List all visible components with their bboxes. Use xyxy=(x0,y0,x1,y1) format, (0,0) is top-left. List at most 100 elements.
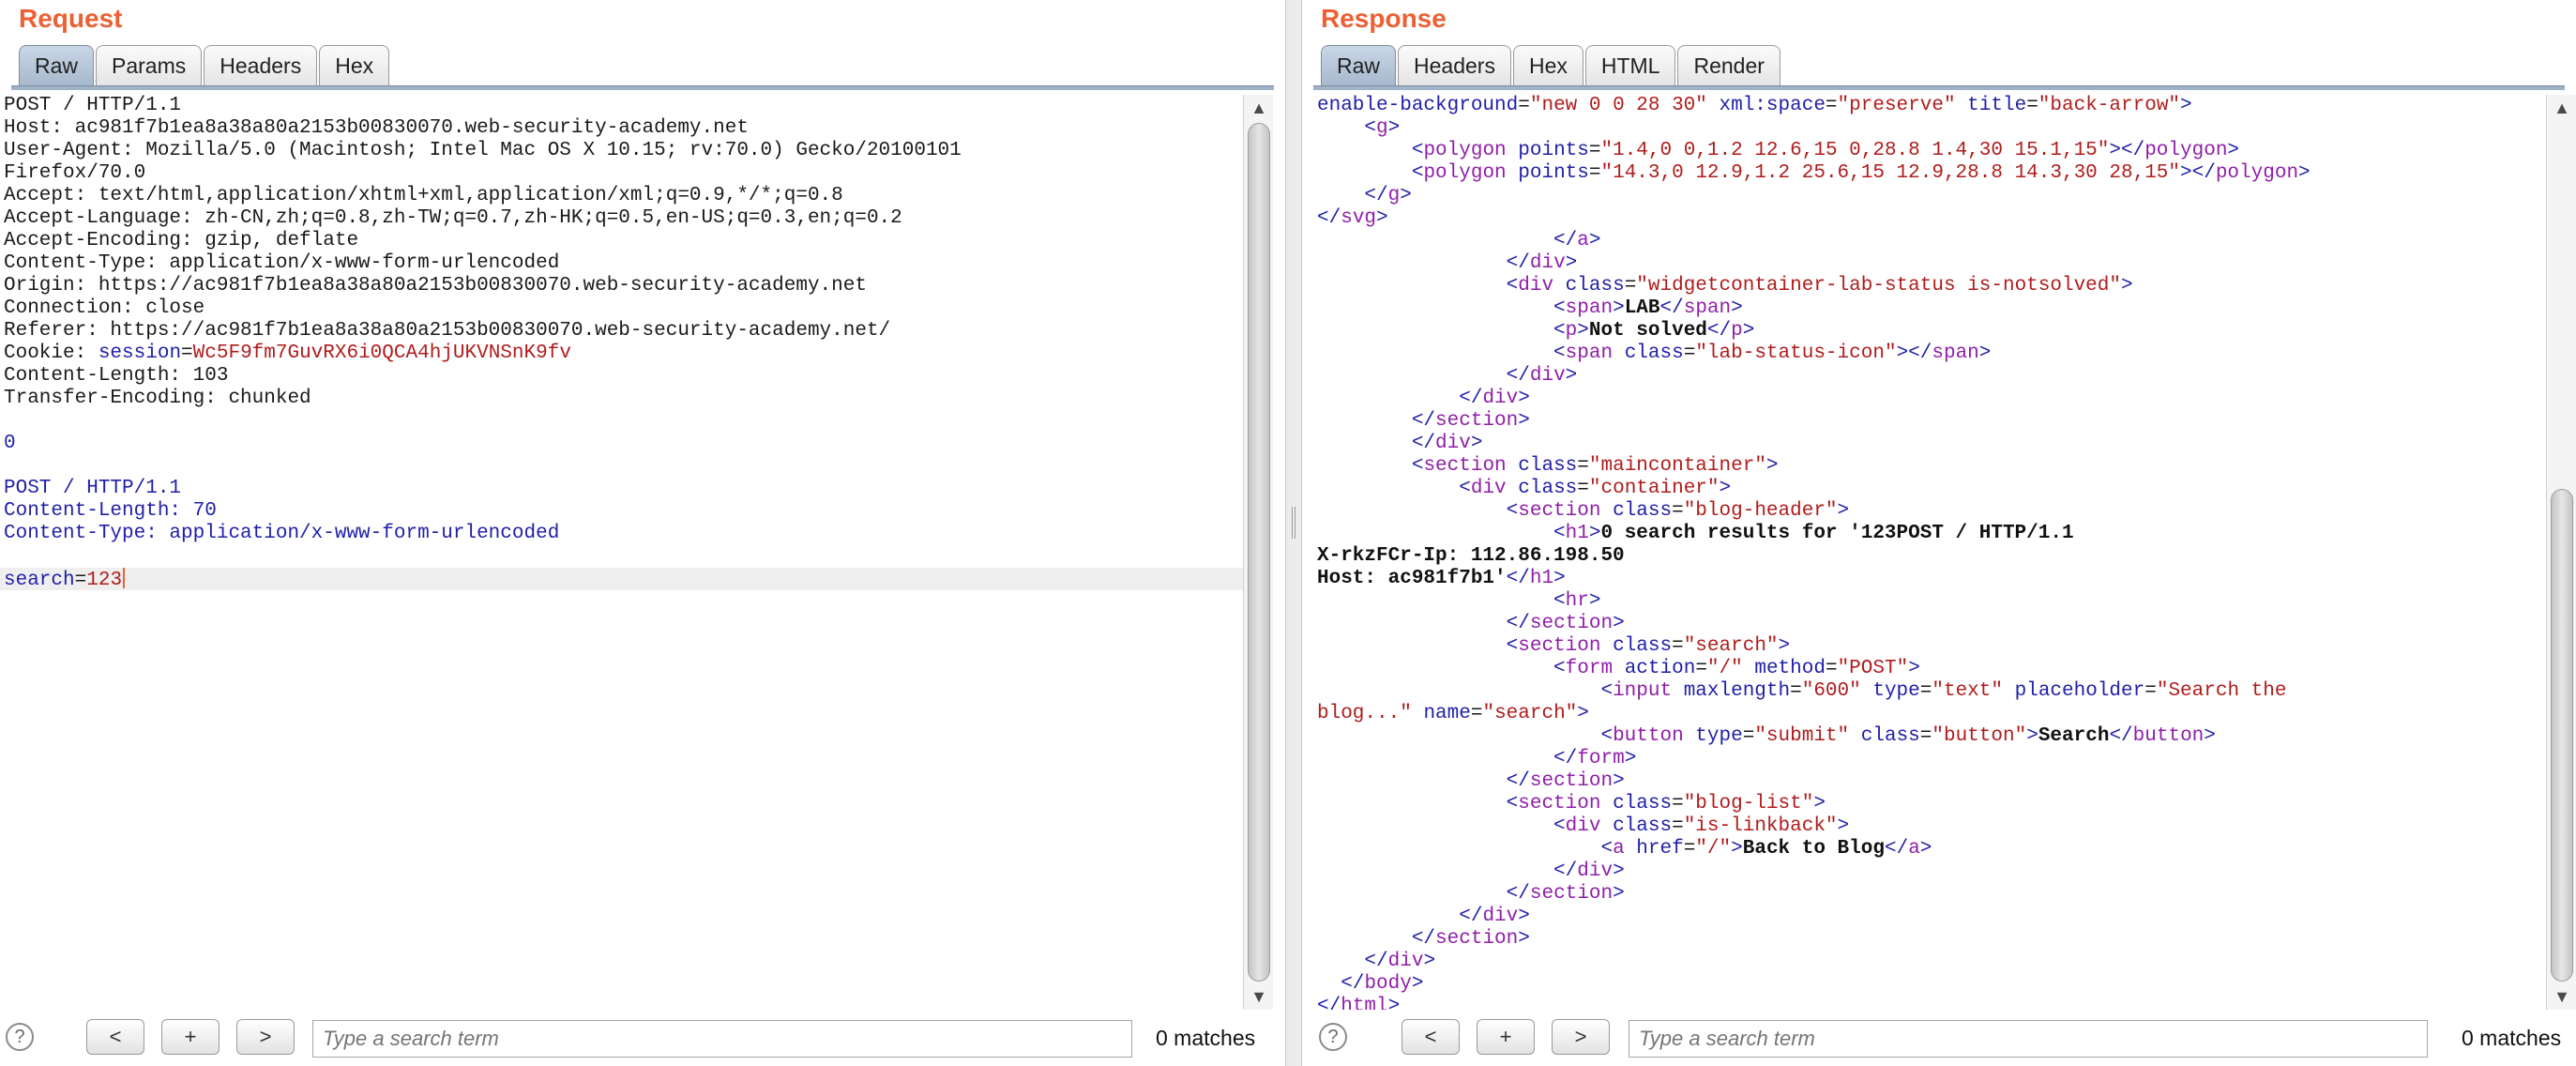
triangle-up-icon[interactable]: ▲ xyxy=(1244,95,1274,121)
request-line[interactable]: POST / HTTP/1.1 xyxy=(0,95,1243,117)
response-search-input[interactable] xyxy=(1629,1020,2428,1058)
response-line[interactable]: <div class="widgetcontainer-lab-status i… xyxy=(1313,275,2556,297)
triangle-down-icon[interactable]: ▼ xyxy=(2547,983,2576,1010)
pane-divider[interactable] xyxy=(1285,0,1302,1066)
request-tab-underline xyxy=(11,85,1274,90)
response-match-count: 0 matches xyxy=(2462,1026,2562,1050)
request-tab-raw[interactable]: Raw xyxy=(19,45,95,86)
request-next-button[interactable]: > xyxy=(236,1019,295,1055)
response-editor[interactable]: enable-background="new 0 0 28 30" xml:sp… xyxy=(1313,95,2556,1010)
response-line[interactable]: Host: ac981f7b1'</h1> xyxy=(1313,568,2556,590)
request-scrollbar[interactable]: ▲ ▼ xyxy=(1243,95,1273,1010)
response-line[interactable]: <section class="blog-list"> xyxy=(1313,793,2556,815)
response-line[interactable]: <section class="blog-header"> xyxy=(1313,500,2556,523)
response-line[interactable]: <button type="submit" class="button">Sea… xyxy=(1313,725,2556,748)
request-tab-params[interactable]: Params xyxy=(96,45,203,86)
request-line[interactable]: Firefox/70.0 xyxy=(0,162,1243,185)
request-prev-button[interactable]: < xyxy=(86,1019,144,1055)
request-line[interactable]: Content-Type: application/x-www-form-url… xyxy=(0,252,1243,275)
request-line[interactable]: User-Agent: Mozilla/5.0 (Macintosh; Inte… xyxy=(0,140,1243,162)
response-next-button[interactable]: > xyxy=(1552,1019,1610,1055)
response-line[interactable]: <polygon points="1.4,0 0,1.2 12.6,15 0,2… xyxy=(1313,140,2556,162)
question-circle-icon[interactable]: ? xyxy=(6,1023,34,1051)
request-line[interactable]: Referer: https://ac981f7b1ea8a38a80a2153… xyxy=(0,320,1243,343)
response-code[interactable]: enable-background="new 0 0 28 30" xml:sp… xyxy=(1313,95,2556,1010)
response-line[interactable]: </a> xyxy=(1313,230,2556,252)
response-tab-html[interactable]: HTML xyxy=(1584,45,1676,86)
response-line[interactable]: <p>Not solved</p> xyxy=(1313,320,2556,343)
request-line[interactable]: Accept: text/html,application/xhtml+xml,… xyxy=(0,185,1243,207)
response-line[interactable]: </div> xyxy=(1313,951,2556,973)
response-line[interactable]: </div> xyxy=(1313,252,2556,275)
response-tab-hex[interactable]: Hex xyxy=(1512,45,1583,86)
request-code[interactable]: POST / HTTP/1.1 Host: ac981f7b1ea8a38a80a… xyxy=(0,95,1243,591)
request-line[interactable]: Content-Type: application/x-www-form-url… xyxy=(0,523,1243,545)
response-line[interactable]: X-rkzFCr-Ip: 112.86.198.50 xyxy=(1313,545,2556,568)
request-search-input[interactable] xyxy=(312,1020,1132,1058)
request-scroll-thumb[interactable] xyxy=(1248,123,1270,982)
response-scrollbar[interactable]: ▲ ▼ xyxy=(2546,95,2576,1010)
response-tab-raw[interactable]: Raw xyxy=(1321,45,1397,86)
request-line[interactable]: Content-Length: 103 xyxy=(0,365,1243,388)
response-line[interactable]: </form> xyxy=(1313,748,2556,770)
question-circle-icon[interactable]: ? xyxy=(1319,1023,1347,1051)
response-scroll-thumb[interactable] xyxy=(2551,489,2573,982)
response-line[interactable]: </g> xyxy=(1313,185,2556,207)
response-line[interactable]: <g> xyxy=(1313,117,2556,140)
request-line[interactable] xyxy=(0,455,1243,478)
response-line[interactable]: </div> xyxy=(1313,433,2556,455)
response-tab-headers[interactable]: Headers xyxy=(1398,45,1511,86)
request-line[interactable]: 0 xyxy=(0,433,1243,455)
response-line[interactable]: </div> xyxy=(1313,906,2556,928)
request-editor[interactable]: POST / HTTP/1.1 Host: ac981f7b1ea8a38a80a… xyxy=(0,95,1243,1010)
triangle-down-icon[interactable]: ▼ xyxy=(1244,983,1274,1010)
response-line[interactable]: <polygon points="14.3,0 12.9,1.2 25.6,15… xyxy=(1313,162,2556,185)
response-tab-render[interactable]: Render xyxy=(1677,45,1780,86)
response-line[interactable]: <section class="search"> xyxy=(1313,635,2556,658)
response-line[interactable]: </section> xyxy=(1313,883,2556,906)
response-line[interactable]: <hr> xyxy=(1313,590,2556,613)
response-line[interactable]: </section> xyxy=(1313,410,2556,433)
response-line[interactable]: </section> xyxy=(1313,613,2556,635)
response-title: Response xyxy=(1321,4,1447,33)
response-line[interactable]: </section> xyxy=(1313,770,2556,793)
response-line[interactable]: </div> xyxy=(1313,388,2556,410)
request-add-button[interactable]: + xyxy=(161,1019,220,1055)
response-line[interactable]: <section class="maincontainer"> xyxy=(1313,455,2556,478)
response-line[interactable]: <input maxlength="600" type="text" place… xyxy=(1313,680,2556,703)
response-line[interactable]: </div> xyxy=(1313,860,2556,883)
response-prev-button[interactable]: < xyxy=(1402,1019,1460,1055)
response-line[interactable]: </svg> xyxy=(1313,207,2556,230)
request-line[interactable]: Content-Length: 70 xyxy=(0,500,1243,523)
response-line[interactable]: <div class="container"> xyxy=(1313,478,2556,500)
request-line[interactable]: search=123 xyxy=(0,568,1243,591)
request-line[interactable]: Origin: https://ac981f7b1ea8a38a80a2153b… xyxy=(0,275,1243,297)
text-cursor xyxy=(123,568,126,588)
request-line[interactable]: Accept-Language: zh-CN,zh;q=0.8,zh-TW;q=… xyxy=(0,207,1243,230)
response-line[interactable]: </section> xyxy=(1313,928,2556,951)
response-line[interactable]: <a href="/">Back to Blog</a> xyxy=(1313,838,2556,860)
divider-grip-icon[interactable] xyxy=(1292,507,1296,539)
response-line[interactable]: <h1>0 search results for '123POST / HTTP… xyxy=(1313,523,2556,545)
request-line[interactable] xyxy=(0,410,1243,433)
response-add-button[interactable]: + xyxy=(1477,1019,1535,1055)
response-line[interactable]: <span class="lab-status-icon"></span> xyxy=(1313,343,2556,365)
response-line[interactable]: </body> xyxy=(1313,973,2556,996)
response-line[interactable]: enable-background="new 0 0 28 30" xml:sp… xyxy=(1313,95,2556,117)
response-line[interactable]: </div> xyxy=(1313,365,2556,388)
request-line[interactable]: Cookie: session=Wc5F9fm7GuvRX6i0QCA4hjUK… xyxy=(0,343,1243,365)
request-line[interactable] xyxy=(0,545,1243,568)
response-line[interactable]: blog..." name="search"> xyxy=(1313,703,2556,725)
request-tab-headers[interactable]: Headers xyxy=(204,45,318,86)
request-tab-hex[interactable]: Hex xyxy=(319,45,390,86)
request-line[interactable]: POST / HTTP/1.1 xyxy=(0,478,1243,500)
request-line[interactable]: Host: ac981f7b1ea8a38a80a2153b00830070.w… xyxy=(0,117,1243,140)
response-line[interactable]: <div class="is-linkback"> xyxy=(1313,815,2556,838)
triangle-up-icon[interactable]: ▲ xyxy=(2547,95,2576,121)
request-line[interactable]: Connection: close xyxy=(0,297,1243,320)
response-line[interactable]: <form action="/" method="POST"> xyxy=(1313,658,2556,680)
request-line[interactable]: Accept-Encoding: gzip, deflate xyxy=(0,230,1243,252)
response-line[interactable]: </html> xyxy=(1313,996,2556,1010)
request-line[interactable]: Transfer-Encoding: chunked xyxy=(0,388,1243,410)
response-line[interactable]: <span>LAB</span> xyxy=(1313,297,2556,320)
